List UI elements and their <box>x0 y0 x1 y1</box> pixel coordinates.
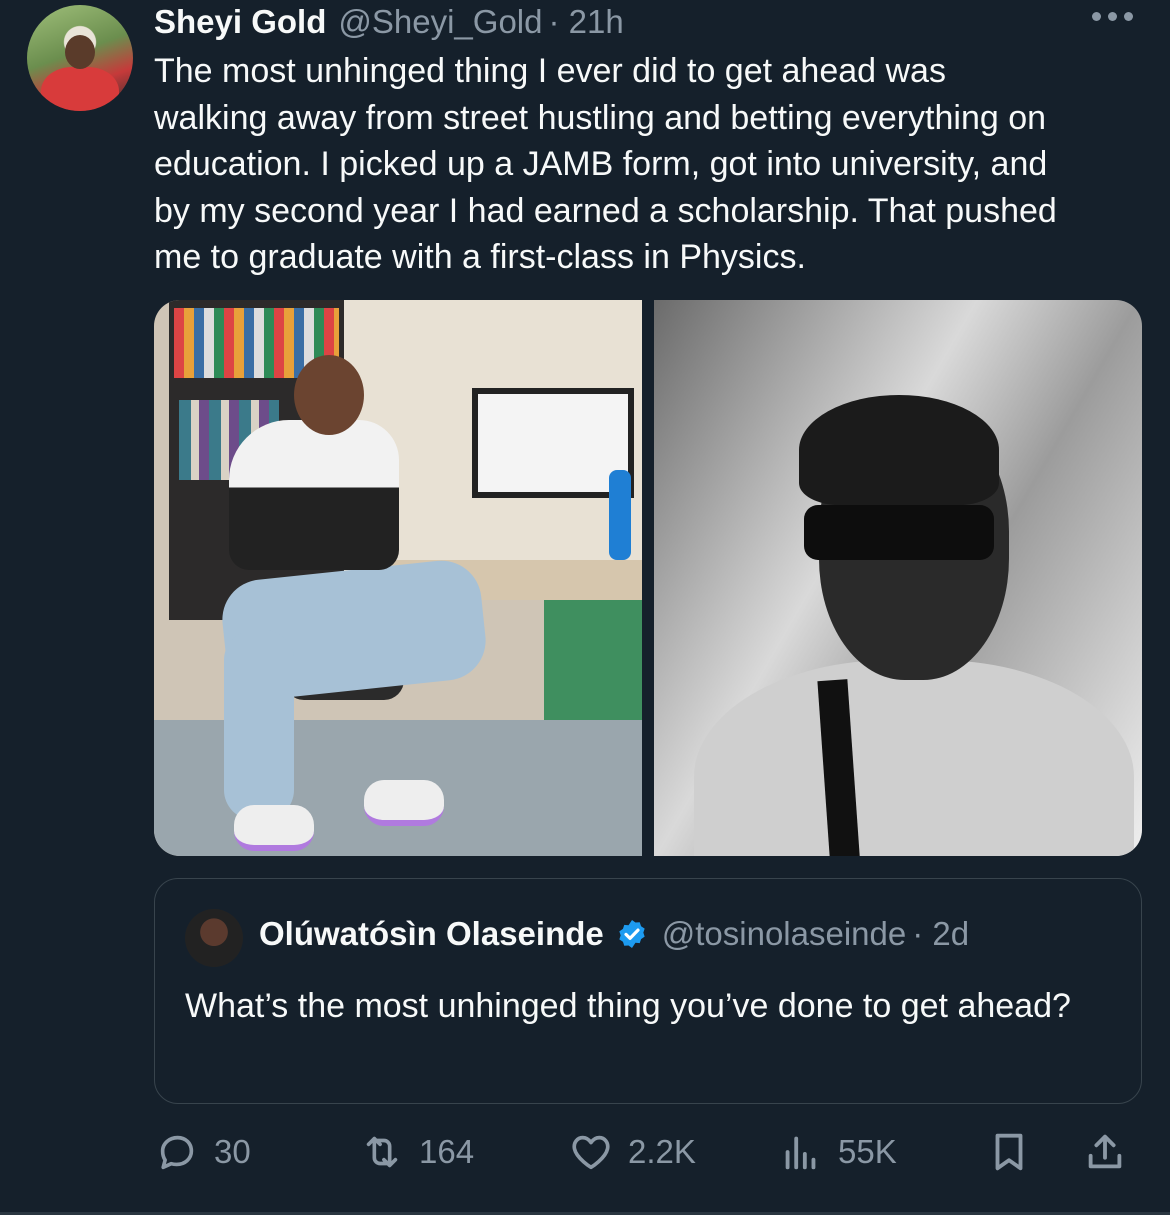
tweet-media[interactable] <box>154 300 1142 856</box>
like-button[interactable]: 2.2K <box>568 1124 696 1180</box>
repost-count: 164 <box>419 1133 475 1170</box>
share-button[interactable] <box>1082 1124 1128 1180</box>
quoted-text: What’s the most unhinged thing you’ve do… <box>185 987 1071 1025</box>
bookmark-icon <box>995 1133 1023 1171</box>
share-icon <box>1088 1134 1122 1169</box>
repost-button[interactable]: 164 <box>359 1124 474 1180</box>
tweet-text: The most unhinged thing I ever did to ge… <box>154 52 1057 276</box>
media-photo-portrait[interactable] <box>654 300 1142 856</box>
media-photo-office[interactable] <box>154 300 642 856</box>
bookmark-button[interactable] <box>986 1124 1032 1180</box>
heart-icon <box>572 1135 610 1170</box>
author-avatar[interactable] <box>27 5 133 111</box>
avatar-shirt <box>41 67 119 111</box>
avatar-face <box>65 35 95 69</box>
reply-icon <box>160 1135 194 1170</box>
views-button[interactable]: 55K <box>778 1124 897 1180</box>
repost-icon <box>366 1136 398 1168</box>
more-options-icon[interactable] <box>1092 12 1133 21</box>
verified-badge-icon <box>619 920 645 948</box>
quoted-header: Olúwatósìn Olaseinde @tosinolaseinde · 2… <box>259 915 969 953</box>
quoted-tweet[interactable]: Olúwatósìn Olaseinde @tosinolaseinde · 2… <box>154 878 1142 1104</box>
like-count: 2.2K <box>628 1133 696 1170</box>
reply-button[interactable]: 30 <box>154 1124 251 1180</box>
quoted-author-handle: @tosinolaseinde <box>661 915 907 952</box>
views-chart-icon <box>785 1136 816 1170</box>
reply-count: 30 <box>214 1133 251 1170</box>
tweet-header: Sheyi Gold @Sheyi_Gold · 21h <box>154 0 624 44</box>
action-bar: 30 164 2.2K 55K <box>154 1124 1142 1180</box>
quoted-author-avatar <box>185 909 243 967</box>
views-count: 55K <box>838 1133 897 1170</box>
quoted-author-name: Olúwatósìn Olaseinde <box>259 915 604 952</box>
author-name[interactable]: Sheyi Gold <box>154 3 326 41</box>
quoted-time: · 2d <box>912 915 970 952</box>
author-handle[interactable]: @Sheyi_Gold <box>338 3 542 41</box>
tweet-time[interactable]: · 21h <box>548 3 623 41</box>
